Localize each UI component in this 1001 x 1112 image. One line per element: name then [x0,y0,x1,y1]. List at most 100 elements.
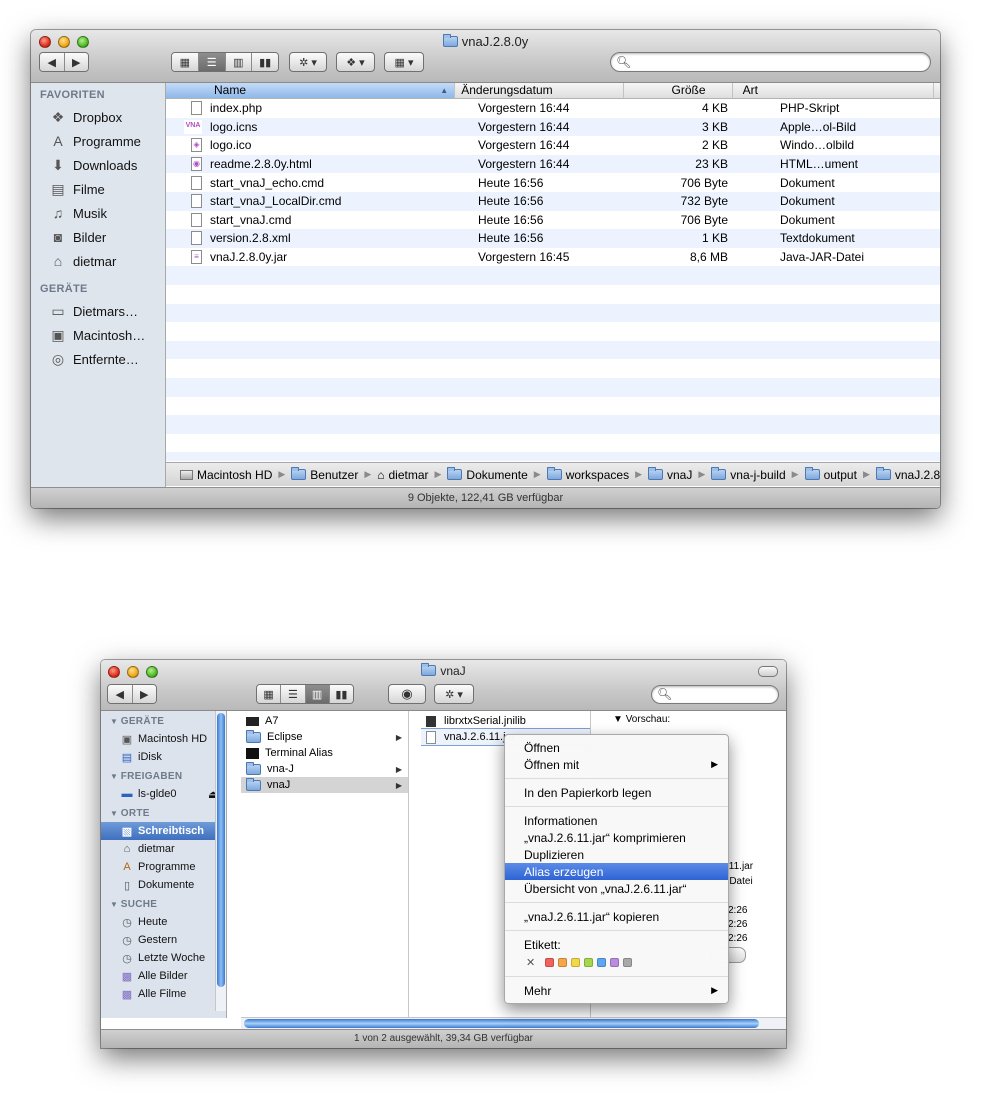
column-item-eclipse[interactable]: Eclipse ▶ [241,729,408,745]
sidebar-item-ls-glde0[interactable]: ▬ ls-glde0 ⏏ [101,785,226,803]
action-menu-button[interactable]: ✲ ▾ [289,52,327,72]
library-file-icon [426,715,436,727]
coverflow-view-button[interactable]: ▮▮ [252,53,278,71]
sidebar-item-alle-bilder[interactable]: ▩ Alle Bilder [101,967,226,985]
path-segment[interactable]: Benutzer [291,467,358,482]
sidebar-item-macintosh[interactable]: ▣ Macintosh… [31,323,165,347]
title-bar[interactable]: vnaJ.2.8.0y ◀ ▶ ▦ ☰ ▥ ▮▮ ✲ ▾ ❖ ▾ ▦ ▾ 🔍︎ [31,30,940,83]
sidebar-scrollbar[interactable] [215,711,226,1011]
label-color-swatch[interactable] [558,957,568,967]
toolbar-toggle-button[interactable] [758,666,778,677]
sidebar-item-heute[interactable]: ◷ Heute [101,913,226,931]
path-segment[interactable]: vnaJ [648,467,692,482]
menu-item-oeffnen-mit[interactable]: Öffnen mit ▶ [505,756,728,773]
file-row[interactable]: VNA logo.icns Vorgestern 16:44 3 KB Apple…ol… [166,117,940,137]
file-name-cell: index.php [166,101,466,116]
size-column-header[interactable]: Größe [624,83,733,98]
sidebar-item-musik[interactable]: ♫ Musik [31,201,165,225]
menu-item-papierkorb[interactable]: In den Papierkorb legen [505,784,728,801]
file-item-librxtxserial[interactable]: librxtxSerial.jnilib [421,713,590,729]
scrollbar-thumb[interactable] [217,713,225,987]
column-item-vna-j[interactable]: vna-J ▶ [241,761,408,777]
label-color-swatch[interactable] [623,957,633,967]
sidebar-item-downloads[interactable]: ⬇ Downloads [31,153,165,177]
file-row[interactable]: index.php Vorgestern 16:44 4 KB PHP-Skript [166,99,940,118]
column-view-button[interactable]: ▥ [225,53,253,71]
title-bar[interactable]: vnaJ ◀ ▶ ▦ ☰ ▥ ▮▮ ◉ ✲ ▾ 🔍︎ [101,660,786,711]
dropbox-menu-button[interactable]: ❖ ▾ [336,52,375,72]
path-segment[interactable]: workspaces [546,467,629,482]
menu-item-mehr[interactable]: Mehr ▶ [505,982,728,999]
menu-item-oeffnen[interactable]: Öffnen [505,739,728,756]
file-row[interactable]: ◈ logo.ico Vorgestern 16:44 2 KB Windo…olbil… [166,136,940,155]
sidebar-item-dropbox[interactable]: ❖ Dropbox [31,105,165,129]
label-color-swatch[interactable] [584,957,594,967]
sidebar-item-programme[interactable]: A Programme [31,129,165,153]
sidebar-item-programme[interactable]: A Programme [101,858,226,876]
path-segment[interactable]: Macintosh HD [180,468,272,482]
icon-view-button[interactable]: ▦ [257,685,282,703]
file-row[interactable]: ◉ readme.2.8.0y.html Vorgestern 16:44 23 KB… [166,154,940,174]
documents-icon: ▯ [123,879,131,892]
forward-button[interactable]: ▶ [132,685,156,703]
label-color-swatch[interactable] [571,957,581,967]
path-segment[interactable]: output [804,467,857,482]
sidebar-item-entfernte[interactable]: ◎ Entfernte… [31,347,165,371]
sidebar-item-dokumente[interactable]: ▯ Dokumente [101,876,226,894]
file-row[interactable]: version.2.8.xml Heute 16:56 1 KB Textdokume… [166,229,940,248]
menu-item-uebersicht[interactable]: Übersicht von „vnaJ.2.6.11.jar“ [505,880,728,897]
music-icon: ♫ [52,205,64,221]
sidebar-item-alle-filme[interactable]: ▩ Alle Filme [101,985,226,1003]
no-label-icon[interactable]: ✕ [526,956,535,969]
arrange-menu-button[interactable]: ▦ ▾ [384,52,424,72]
scrollbar-thumb[interactable] [244,1019,759,1028]
date-column-header[interactable]: Änderungsdatum [455,83,624,98]
icon-view-button[interactable]: ▦ [172,53,199,71]
back-button[interactable]: ◀ [108,685,133,703]
menu-item-informationen[interactable]: Informationen [505,812,728,829]
sidebar-item-letzte-woche[interactable]: ◷ Letzte Woche [101,949,226,967]
empty-row [166,397,940,416]
quick-look-button[interactable]: ◉ [388,684,426,704]
forward-button[interactable]: ▶ [64,53,88,71]
search-field[interactable]: 🔍︎ [651,685,779,704]
sidebar-item-bilder[interactable]: ◙ Bilder [31,225,165,249]
back-button[interactable]: ◀ [40,53,65,71]
menu-item-alias-erzeugen[interactable]: Alias erzeugen [505,863,728,880]
column-view-button[interactable]: ▥ [305,685,330,703]
kind-column-header[interactable]: Art [733,83,935,98]
sidebar-item-gestern[interactable]: ◷ Gestern [101,931,226,949]
list-view-button[interactable]: ☰ [281,685,306,703]
path-segment[interactable]: Dokumente [447,467,528,482]
file-row[interactable]: start_vnaJ.cmd Heute 16:56 706 Byte Dokumen… [166,211,940,230]
path-segment[interactable]: ⌂ dietmar [377,468,428,482]
sidebar-item-dietmar[interactable]: ⌂ dietmar [101,840,226,858]
file-row[interactable]: start_vnaJ_LocalDir.cmd Heute 16:56 732 By… [166,191,940,211]
menu-item-duplizieren[interactable]: Duplizieren [505,846,728,863]
sidebar-item-idisk[interactable]: ▤ iDisk [101,748,226,766]
path-segment[interactable]: vna-j-build [711,467,786,482]
column-item-terminal-alias[interactable]: Terminal Alias [241,745,408,761]
sidebar-item-schreibtisch[interactable]: ▧ Schreibtisch [101,822,226,840]
column-item-vnaj[interactable]: vnaJ ▶ [241,777,408,793]
file-kind-cell: Apple…ol-Bild [780,119,857,134]
menu-item-komprimieren[interactable]: „vnaJ.2.6.11.jar“ komprimieren [505,829,728,846]
sidebar-item-filme[interactable]: ▤ Filme [31,177,165,201]
coverflow-view-button[interactable]: ▮▮ [329,685,353,703]
label-color-swatch[interactable] [545,957,555,967]
list-view-button[interactable]: ☰ [198,53,226,71]
column-item-a7[interactable]: A7 [241,713,408,729]
name-column-header[interactable]: Name [166,83,456,98]
sidebar-item-dietmars[interactable]: ▭ Dietmars… [31,299,165,323]
label-color-swatch[interactable] [597,957,607,967]
label-color-swatch[interactable] [610,957,620,967]
sidebar-item-dietmar[interactable]: ⌂ dietmar [31,249,165,273]
file-row[interactable]: start_vnaJ_echo.cmd Heute 16:56 706 Byte Do… [166,173,940,192]
action-menu-button[interactable]: ✲ ▾ [434,684,474,704]
menu-item-kopieren[interactable]: „vnaJ.2.6.11.jar“ kopieren [505,908,728,925]
search-field[interactable]: 🔍︎ [610,52,931,72]
horizontal-scrollbar[interactable] [241,1017,786,1029]
file-row[interactable]: ≡ vnaJ.2.8.0y.jar Vorgestern 16:45 8,6 MB Ja… [166,248,940,267]
path-segment[interactable]: vnaJ.2.8.0y [875,467,940,482]
sidebar-item-macintosh-hd[interactable]: ▣ Macintosh HD [101,730,226,748]
